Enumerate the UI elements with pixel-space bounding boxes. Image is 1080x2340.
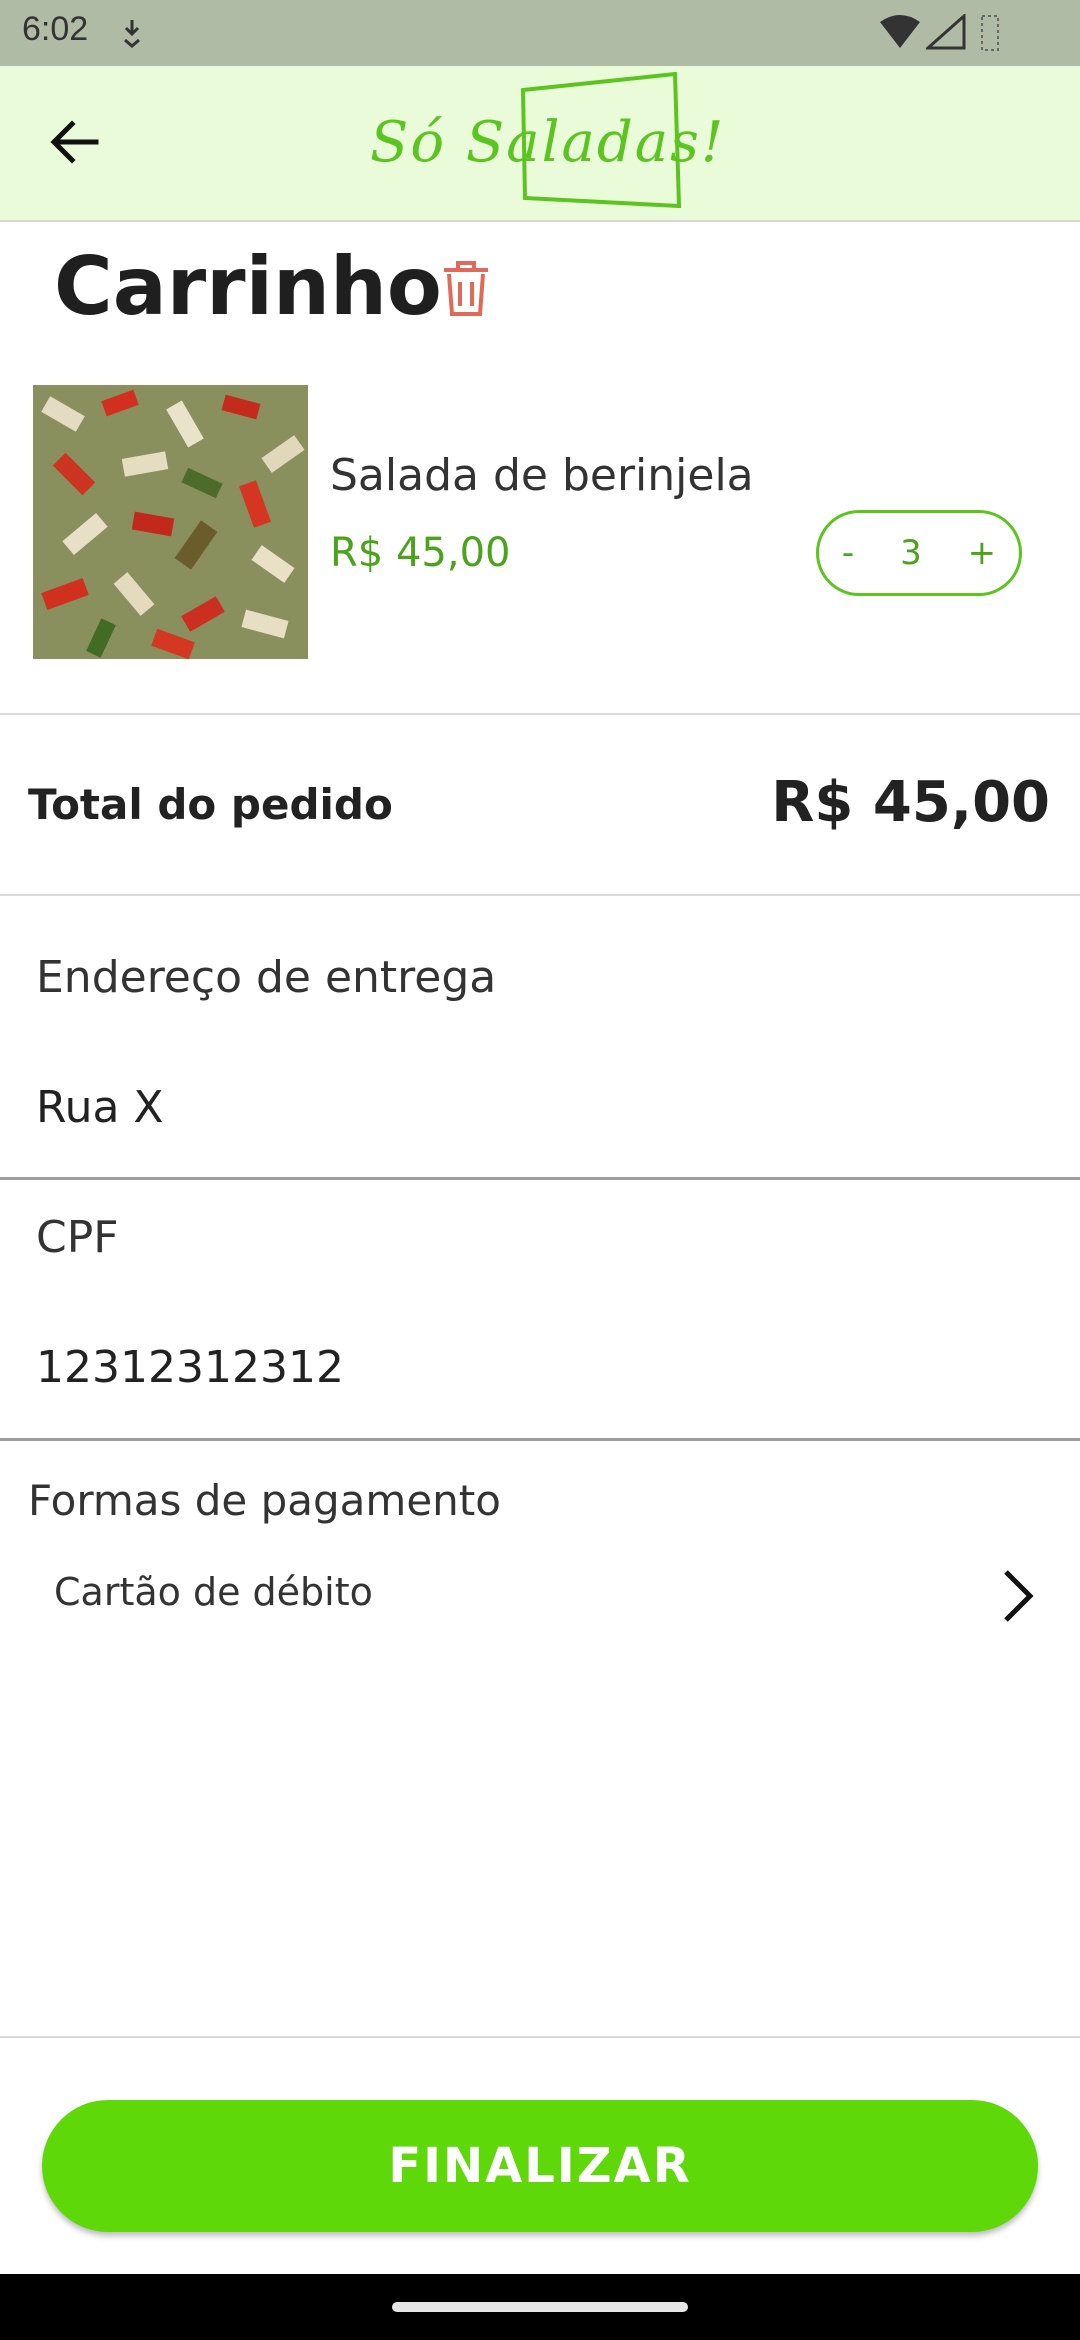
- payment-method-value: Cartão de débito: [54, 1570, 373, 1614]
- address-input[interactable]: Rua X: [36, 1082, 164, 1133]
- download-icon: [124, 20, 140, 48]
- product-name: Salada de berinjela: [330, 450, 754, 501]
- decrement-button[interactable]: -: [836, 533, 860, 573]
- trash-icon[interactable]: [440, 258, 492, 318]
- chevron-right-icon: [1004, 1570, 1034, 1622]
- system-nav-bar: [0, 2274, 1080, 2340]
- page-title: Carrinho: [54, 240, 442, 333]
- increment-button[interactable]: +: [962, 533, 1003, 573]
- divider: [0, 894, 1080, 896]
- cpf-label: CPF: [36, 1212, 119, 1263]
- divider: [0, 713, 1080, 715]
- cpf-input[interactable]: 12312312312: [36, 1342, 344, 1393]
- payment-method-row[interactable]: Cartão de débito: [0, 1560, 1080, 1630]
- product-price: R$ 45,00: [330, 530, 511, 576]
- quantity-value: 3: [900, 533, 922, 573]
- status-time: 6:02: [22, 10, 89, 48]
- home-indicator[interactable]: [392, 2302, 688, 2312]
- total-value: R$ 45,00: [771, 770, 1050, 835]
- address-underline: [0, 1177, 1080, 1180]
- logo-text: Só Saladas!: [370, 110, 726, 175]
- quantity-stepper: - 3 +: [816, 510, 1022, 596]
- divider: [0, 2036, 1080, 2038]
- cpf-underline: [0, 1438, 1080, 1441]
- battery-icon: [981, 15, 999, 51]
- signal-icon: [926, 14, 966, 50]
- address-label: Endereço de entrega: [36, 952, 497, 1003]
- total-label: Total do pedido: [28, 780, 393, 829]
- status-bar: 6:02: [0, 0, 1080, 66]
- product-image: [33, 385, 308, 659]
- logo: Só Saladas!: [360, 66, 723, 220]
- app-bar: Só Saladas!: [0, 66, 1080, 222]
- wifi-icon: [880, 15, 920, 48]
- payment-label: Formas de pagamento: [28, 1476, 501, 1525]
- finalize-button[interactable]: FINALIZAR: [42, 2100, 1038, 2232]
- back-arrow-icon[interactable]: [40, 106, 112, 178]
